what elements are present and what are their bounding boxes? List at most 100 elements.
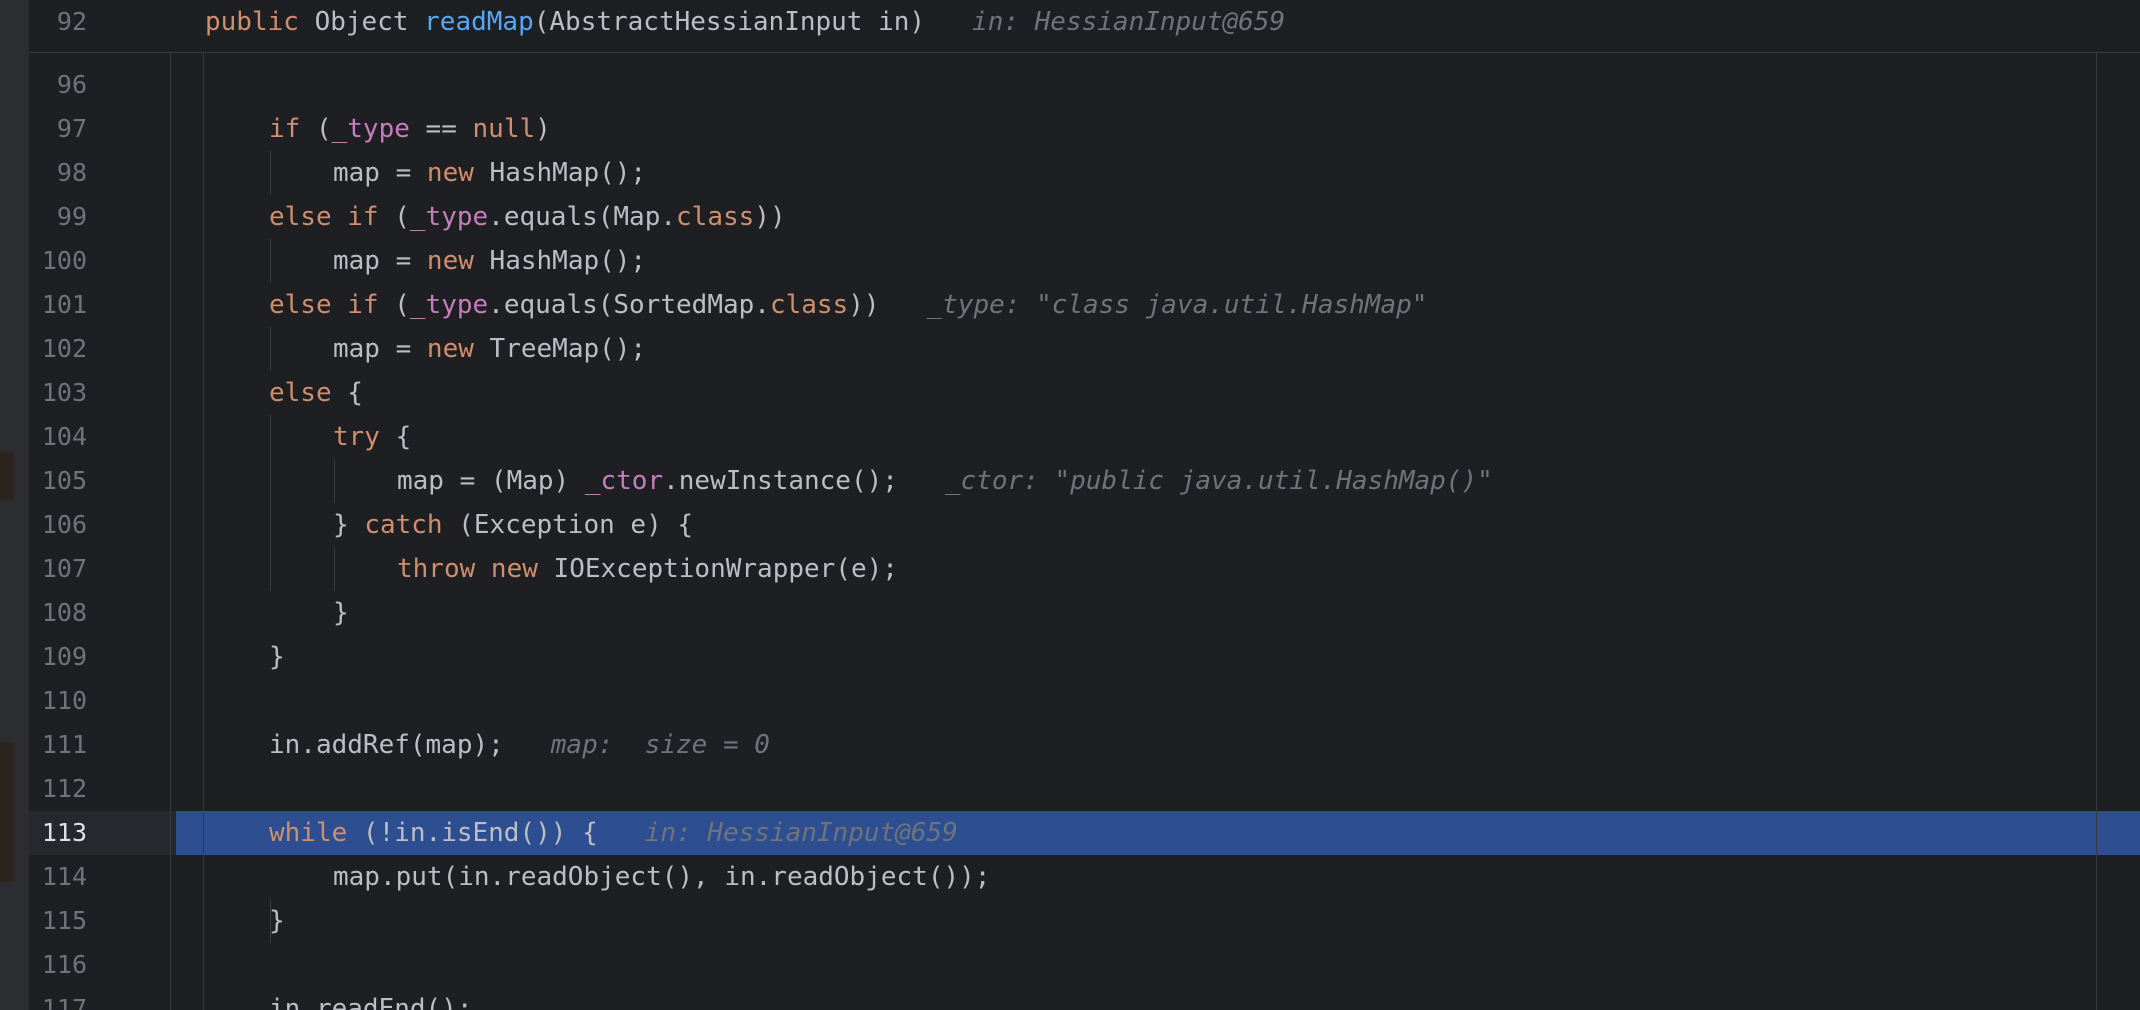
line-number[interactable]: 106	[29, 503, 87, 547]
code-line[interactable]: 103 else {	[29, 371, 2140, 415]
code-line[interactable]: 109}	[29, 635, 2140, 679]
marker	[0, 452, 14, 500]
code-token: )	[535, 114, 551, 144]
code-token: map.put(in.readObject(), in.readObject()…	[333, 862, 991, 892]
code-text: }	[269, 635, 285, 679]
line-number[interactable]: 110	[29, 679, 87, 723]
line-number[interactable]: 109	[29, 635, 87, 679]
code-line[interactable]: 111 in.addRef(map); map: size = 0	[29, 723, 2140, 767]
line-number[interactable]: 108	[29, 591, 87, 635]
code-line[interactable]: 115}	[29, 899, 2140, 943]
line-number[interactable]: 112	[29, 767, 87, 811]
code-token: ==	[409, 114, 473, 144]
code-token: (AbstractHessianInput in)	[533, 7, 926, 37]
code-token: null	[472, 114, 536, 144]
line-number[interactable]: 117	[29, 987, 87, 1010]
code-text: else if (_type.equals(SortedMap.class)) …	[269, 283, 1427, 327]
indent-guide	[334, 459, 335, 503]
code-line[interactable]: 110	[29, 679, 2140, 723]
code-text: }	[333, 591, 349, 635]
line-number[interactable]: 105	[29, 459, 87, 503]
code-token: public	[205, 7, 315, 37]
code-token: readMap	[424, 7, 534, 37]
indent-guide	[203, 52, 204, 1010]
line-number[interactable]: 113	[29, 811, 87, 855]
code-token: throw new	[397, 554, 554, 584]
code-text: try {	[333, 415, 411, 459]
marker	[0, 742, 14, 882]
code-line[interactable]: 101 else if (_type.equals(SortedMap.class…	[29, 283, 2140, 327]
code-token: ))	[754, 202, 786, 232]
line-number[interactable]: 114	[29, 855, 87, 899]
code-token: _type	[409, 290, 489, 320]
line-number[interactable]: 97	[29, 107, 87, 151]
code-text: in.readEnd();	[269, 987, 473, 1010]
code-line[interactable]: 112	[29, 767, 2140, 811]
code-token: in.addRef(map);	[269, 730, 504, 760]
code-token: new	[426, 334, 490, 364]
code-token: .newInstance();	[663, 466, 898, 496]
code-line[interactable]: 97 if (_type == null)	[29, 107, 2140, 151]
code-line[interactable]: 92 public Object readMap(AbstractHessianI…	[29, 0, 2140, 44]
code-line[interactable]: 108}	[29, 591, 2140, 635]
code-text: } catch (Exception e) {	[333, 503, 693, 547]
line-number[interactable]: 99	[29, 195, 87, 239]
indent-guide	[170, 52, 171, 1010]
line-number[interactable]: 111	[29, 723, 87, 767]
code-area[interactable]: 96 97 if (_type == null) 98 map = new HashMa…	[29, 0, 2140, 1010]
code-line[interactable]: 96	[29, 63, 2140, 107]
code-line[interactable]: 104 try {	[29, 415, 2140, 459]
line-number[interactable]: 103	[29, 371, 87, 415]
code-line[interactable]: 105 map = (Map) _ctor.newInstance(); _cto…	[29, 459, 2140, 503]
code-line[interactable]: 100 map = new HashMap();	[29, 239, 2140, 283]
code-line[interactable]: 99 else if (_type.equals(Map.class))	[29, 195, 2140, 239]
code-line[interactable]: 98 map = new HashMap();	[29, 151, 2140, 195]
sticky-header[interactable]: 92 public Object readMap(AbstractHessianI…	[29, 0, 2140, 53]
code-token: map =	[333, 334, 427, 364]
code-token: .equals(SortedMap.	[488, 290, 770, 320]
code-token: new	[426, 158, 490, 188]
code-text: map = new HashMap();	[333, 239, 646, 283]
inline-debug-value: _type: "class java.util.HashMap"	[879, 290, 1428, 320]
line-number[interactable]: 92	[29, 0, 87, 44]
line-number[interactable]: 107	[29, 547, 87, 591]
line-number[interactable]: 100	[29, 239, 87, 283]
code-text: map = new TreeMap();	[333, 327, 646, 371]
code-token: _type	[409, 202, 489, 232]
code-token: while	[269, 818, 363, 848]
line-number[interactable]: 102	[29, 327, 87, 371]
code-text: }	[269, 899, 285, 943]
inline-debug-value: in: HessianInput@659	[925, 7, 1286, 37]
code-token: }	[333, 598, 349, 628]
line-number[interactable]: 96	[29, 63, 87, 107]
code-text: while (!in.isEnd()) { in: HessianInput@6…	[269, 811, 958, 855]
code-line[interactable]: 107 throw new IOExceptionWrapper(e);	[29, 547, 2140, 591]
code-line[interactable]: 102 map = new TreeMap();	[29, 327, 2140, 371]
code-token: HashMap();	[489, 246, 647, 276]
line-number[interactable]: 115	[29, 899, 87, 943]
code-token: try	[333, 422, 396, 452]
line-number[interactable]: 116	[29, 943, 87, 987]
inline-debug-value: map: size = 0	[503, 730, 770, 760]
code-line[interactable]: 106 } catch (Exception e) {	[29, 503, 2140, 547]
code-token: else if	[269, 202, 395, 232]
code-line[interactable]: 116	[29, 943, 2140, 987]
code-line[interactable]: 113 while (!in.isEnd()) { in: HessianInpu…	[29, 811, 2140, 855]
line-number[interactable]: 104	[29, 415, 87, 459]
code-line[interactable]: 117 in.readEnd();	[29, 987, 2140, 1010]
code-text: else {	[269, 371, 363, 415]
line-number[interactable]: 98	[29, 151, 87, 195]
code-token: (	[315, 114, 332, 144]
code-line[interactable]: 114 map.put(in.readObject(), in.readObjec…	[29, 855, 2140, 899]
code-token: .equals(Map.	[488, 202, 677, 232]
left-tool-strip	[0, 0, 29, 1010]
code-token: (Exception e) {	[458, 510, 694, 540]
indent-guide	[270, 899, 271, 943]
code-token: IOExceptionWrapper(e);	[553, 554, 898, 584]
code-editor[interactable]: 96 97 if (_type == null) 98 map = new HashMa…	[29, 0, 2140, 1010]
indent-guide	[334, 547, 335, 591]
code-token: (!in.isEnd()) {	[362, 818, 598, 848]
right-margin-guide	[2096, 52, 2097, 1010]
code-token: Object	[314, 7, 425, 37]
line-number[interactable]: 101	[29, 283, 87, 327]
